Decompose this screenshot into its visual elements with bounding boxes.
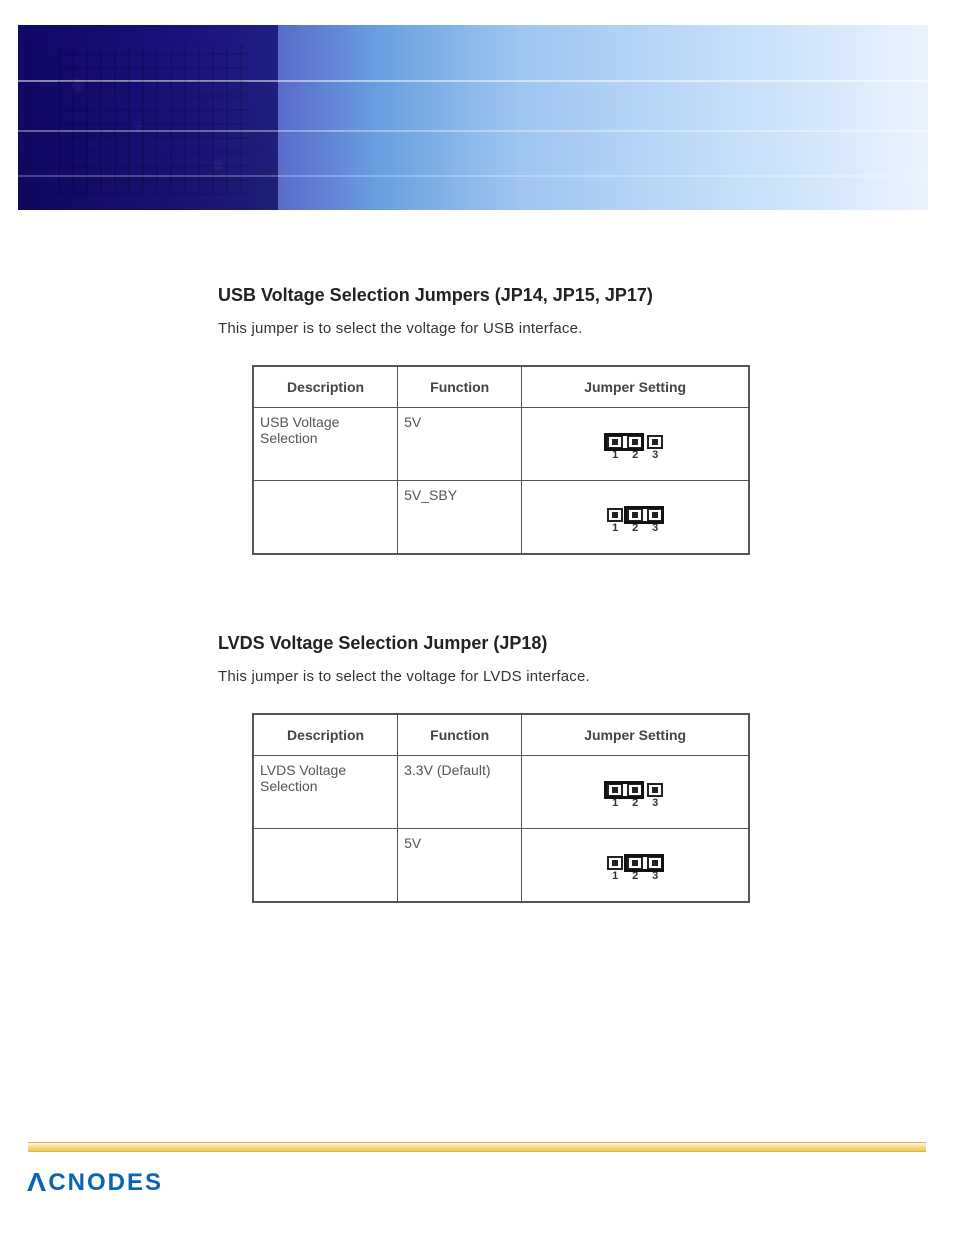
table-row: LVDS Voltage Selection 3.3V (Default) 1 … — [253, 756, 749, 829]
usb-row2-jumper: 1 2 3 — [522, 481, 749, 555]
lvds-th-jump: Jumper Setting — [522, 714, 749, 756]
lvds-section-desc: This jumper is to select the voltage for… — [218, 668, 778, 685]
lvds-th-func: Function — [398, 714, 522, 756]
header-banner — [18, 25, 928, 210]
lvds-section-title: LVDS Voltage Selection Jumper (JP18) — [218, 633, 778, 654]
usb-row2-desc — [253, 481, 398, 555]
table-row: USB Voltage Selection 5V 1 2 3 — [253, 408, 749, 481]
lvds-jumper-table: Description Function Jumper Setting LVDS… — [252, 713, 750, 903]
usb-section-desc: This jumper is to select the voltage for… — [218, 320, 778, 337]
logo-text: CNODES — [48, 1169, 163, 1197]
usb-section-title: USB Voltage Selection Jumpers (JP14, JP1… — [218, 285, 778, 306]
lvds-row1-jumper: 1 2 3 — [522, 756, 749, 829]
footer-divider — [28, 1142, 926, 1152]
usb-row1-desc: USB Voltage Selection — [253, 408, 398, 481]
footer-logo: ΛCNODES — [28, 1167, 163, 1198]
usb-row2-func: 5V_SBY — [398, 481, 522, 555]
logo-lambda-icon: Λ — [27, 1167, 48, 1198]
table-row: 5V 1 2 3 — [253, 829, 749, 903]
jumper-diagram: 1 2 3 — [603, 781, 667, 811]
lvds-row2-func: 5V — [398, 829, 522, 903]
page: USB Voltage Selection Jumpers (JP14, JP1… — [0, 25, 954, 1260]
usb-th-jump: Jumper Setting — [522, 366, 749, 408]
lvds-th-desc: Description — [253, 714, 398, 756]
usb-row1-jumper: 1 2 3 — [522, 408, 749, 481]
usb-row1-func: 5V — [398, 408, 522, 481]
lvds-row1-desc: LVDS Voltage Selection — [253, 756, 398, 829]
usb-th-desc: Description — [253, 366, 398, 408]
jumper-diagram: 1 2 3 — [603, 854, 667, 884]
lvds-row2-desc — [253, 829, 398, 903]
jumper-diagram: 1 2 3 — [603, 506, 667, 536]
table-row: 5V_SBY 1 2 3 — [253, 481, 749, 555]
lvds-row2-jumper: 1 2 3 — [522, 829, 749, 903]
usb-th-func: Function — [398, 366, 522, 408]
jumper-diagram: 1 2 3 — [603, 433, 667, 463]
lvds-row1-func: 3.3V (Default) — [398, 756, 522, 829]
content-area: USB Voltage Selection Jumpers (JP14, JP1… — [218, 285, 778, 903]
usb-jumper-table: Description Function Jumper Setting USB … — [252, 365, 750, 555]
